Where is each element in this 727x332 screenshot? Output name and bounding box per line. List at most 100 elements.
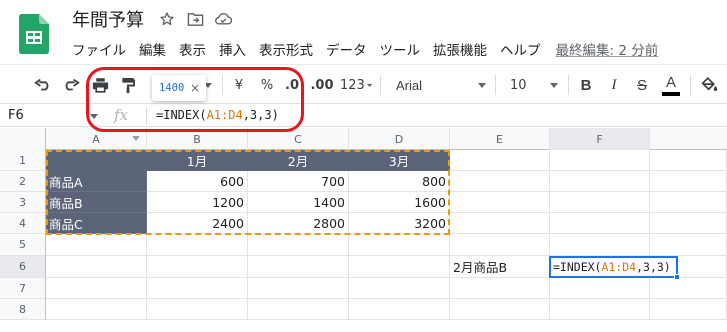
cell-f5[interactable]: [550, 234, 650, 256]
menu-edit[interactable]: 編集: [139, 39, 166, 59]
name-box-chevron-icon[interactable]: [90, 114, 98, 119]
cell-d6[interactable]: [349, 256, 450, 278]
text-color-button[interactable]: A: [658, 65, 684, 105]
menu-extensions[interactable]: 拡張機能: [433, 39, 487, 59]
cell-g2[interactable]: [650, 171, 727, 192]
cell-b6[interactable]: [147, 256, 248, 278]
filter-chevron-icon[interactable]: [132, 136, 140, 142]
cell-g1[interactable]: [650, 150, 727, 171]
cell-a4[interactable]: 商品C: [46, 213, 147, 234]
menu-tools[interactable]: ツール: [380, 39, 421, 59]
column-header-a[interactable]: A: [46, 128, 147, 150]
menu-data[interactable]: データ: [326, 39, 367, 59]
cell-f1[interactable]: [550, 150, 650, 171]
row-header-7[interactable]: 7: [0, 278, 46, 299]
cell-c5[interactable]: [248, 234, 349, 256]
print-icon[interactable]: [88, 65, 112, 105]
select-all-corner[interactable]: [0, 128, 46, 150]
cell-c7[interactable]: [248, 278, 349, 299]
tooltip-close-button[interactable]: ×: [190, 81, 200, 95]
format-currency-button[interactable]: ¥: [228, 65, 250, 105]
cell-a7[interactable]: [46, 278, 147, 299]
cell-a5[interactable]: [46, 234, 147, 256]
star-icon[interactable]: [158, 10, 176, 28]
cell-d8[interactable]: [349, 299, 450, 320]
cell-e2[interactable]: [450, 171, 550, 192]
number-format-dropdown[interactable]: 123: [340, 65, 372, 105]
cell-g7[interactable]: [650, 278, 727, 299]
cell-f7[interactable]: [550, 278, 650, 299]
cell-b7[interactable]: [147, 278, 248, 299]
cell-b4[interactable]: 2400: [147, 213, 248, 234]
cell-d5[interactable]: [349, 234, 450, 256]
cell-b5[interactable]: [147, 234, 248, 256]
menu-format[interactable]: 表示形式: [259, 39, 313, 59]
row-header-2[interactable]: 2: [0, 171, 46, 192]
row-header-8[interactable]: 8: [0, 299, 46, 320]
cell-d1[interactable]: 3月: [349, 150, 450, 171]
row-header-1[interactable]: 1: [0, 150, 46, 171]
column-header-c[interactable]: C: [248, 128, 349, 150]
font-size-dropdown[interactable]: 10: [500, 65, 562, 105]
menu-help[interactable]: ヘルプ: [500, 39, 541, 59]
cell-d4[interactable]: 3200: [349, 213, 450, 234]
menu-view[interactable]: 表示: [179, 39, 206, 59]
font-family-dropdown[interactable]: Arial: [388, 65, 490, 105]
decimal-increase-button[interactable]: .00: [308, 65, 336, 105]
menu-insert[interactable]: 挿入: [219, 39, 246, 59]
cell-e8[interactable]: [450, 299, 550, 320]
cell-f3[interactable]: [550, 192, 650, 213]
cell-d3[interactable]: 1600: [349, 192, 450, 213]
move-to-folder-icon[interactable]: [186, 10, 204, 28]
paint-format-icon[interactable]: [116, 65, 140, 105]
sheets-logo-icon[interactable]: [19, 14, 49, 54]
cell-f4[interactable]: [550, 213, 650, 234]
cell-a1[interactable]: [46, 150, 147, 171]
strikethrough-button[interactable]: S: [630, 65, 654, 105]
cell-c6[interactable]: [248, 256, 349, 278]
cell-f2[interactable]: [550, 171, 650, 192]
last-edit-link[interactable]: 最終編集: 2 分前: [556, 39, 659, 59]
bold-button[interactable]: B: [574, 65, 598, 105]
column-header-e[interactable]: E: [450, 128, 550, 150]
cloud-saved-icon[interactable]: [214, 10, 232, 28]
row-header-6[interactable]: 6: [0, 256, 46, 278]
cell-d7[interactable]: [349, 278, 450, 299]
cell-g4[interactable]: [650, 213, 727, 234]
row-header-4[interactable]: 4: [0, 213, 46, 234]
cell-e4[interactable]: [450, 213, 550, 234]
column-header-d[interactable]: D: [349, 128, 450, 150]
decimal-decrease-button[interactable]: .0: [282, 65, 302, 105]
cell-b1[interactable]: 1月: [147, 150, 248, 171]
fill-handle[interactable]: [674, 274, 680, 280]
cell-g8[interactable]: [650, 299, 727, 320]
cell-b3[interactable]: 1200: [147, 192, 248, 213]
formula-input[interactable]: =INDEX(A1:D4,3,3): [156, 108, 279, 122]
cell-e7[interactable]: [450, 278, 550, 299]
cell-c2[interactable]: 700: [248, 171, 349, 192]
cell-e1[interactable]: [450, 150, 550, 171]
cell-e3[interactable]: [450, 192, 550, 213]
cell-g3[interactable]: [650, 192, 727, 213]
format-percent-button[interactable]: %: [256, 65, 278, 105]
row-header-5[interactable]: 5: [0, 234, 46, 256]
cell-c4[interactable]: 2800: [248, 213, 349, 234]
cell-c1[interactable]: 2月: [248, 150, 349, 171]
cell-e6[interactable]: 2月商品B: [450, 256, 550, 278]
cell-e5[interactable]: [450, 234, 550, 256]
cell-f8[interactable]: [550, 299, 650, 320]
cell-f6-active[interactable]: =INDEX(A1:D4,3,3): [549, 256, 678, 278]
cell-a2[interactable]: 商品A: [46, 171, 147, 192]
italic-button[interactable]: I: [602, 65, 626, 105]
cell-a3[interactable]: 商品B: [46, 192, 147, 213]
menu-file[interactable]: ファイル: [72, 39, 126, 59]
cell-c3[interactable]: 1400: [248, 192, 349, 213]
cell-c8[interactable]: [248, 299, 349, 320]
column-header-f[interactable]: F: [550, 128, 650, 150]
name-box[interactable]: F6: [8, 108, 24, 123]
cell-b2[interactable]: 600: [147, 171, 248, 192]
row-header-3[interactable]: 3: [0, 192, 46, 213]
cell-d2[interactable]: 800: [349, 171, 450, 192]
cell-g5[interactable]: [650, 234, 727, 256]
cell-a6[interactable]: [46, 256, 147, 278]
